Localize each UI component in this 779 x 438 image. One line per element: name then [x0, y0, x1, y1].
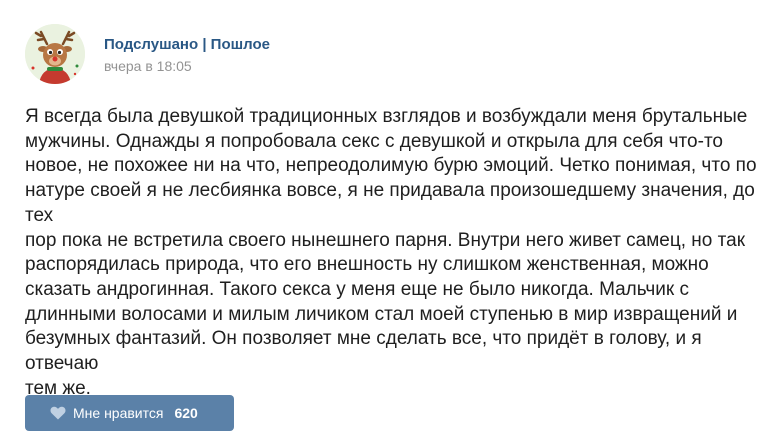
post-text-line: мужчины. Однажды я попробовала секс с де… [25, 130, 723, 152]
like-count: 620 [174, 405, 198, 421]
post-text-line: распорядилась природа, что его внешность… [25, 254, 709, 276]
author-link[interactable]: Подслушано | Пошлое [104, 36, 270, 54]
like-button[interactable]: Мне нравится 620 [25, 395, 234, 431]
post-timestamp[interactable]: вчера в 18:05 [104, 58, 270, 74]
post-card: Подслушано | Пошлое вчера в 18:05 Я всег… [0, 0, 779, 438]
like-label: Мне нравится [73, 405, 164, 421]
avatar[interactable] [25, 24, 85, 84]
reindeer-avatar-icon [25, 24, 85, 84]
post-text-line: новое, не похожее ни на что, непреодолим… [25, 155, 757, 177]
post-text-line: безумных фантазий. Он позволяет мне сдел… [25, 328, 702, 375]
post-text-line: пор пока не встретила своего нынешнего п… [25, 229, 746, 251]
post-header: Подслушано | Пошлое вчера в 18:05 [104, 36, 270, 74]
post-text-line: длинными волосами и милым личиком стал м… [25, 303, 738, 325]
post-text: Я всегда была девушкой традиционных взгл… [25, 105, 765, 401]
post-text-line: натуре своей я не лесбиянка вовсе, я не … [25, 180, 755, 226]
post-text-line: сказать андрогинная. Такого секса у меня… [25, 278, 689, 300]
post-text-line: Я всегда была девушкой традиционных взгл… [25, 106, 748, 127]
heart-icon [50, 406, 66, 420]
